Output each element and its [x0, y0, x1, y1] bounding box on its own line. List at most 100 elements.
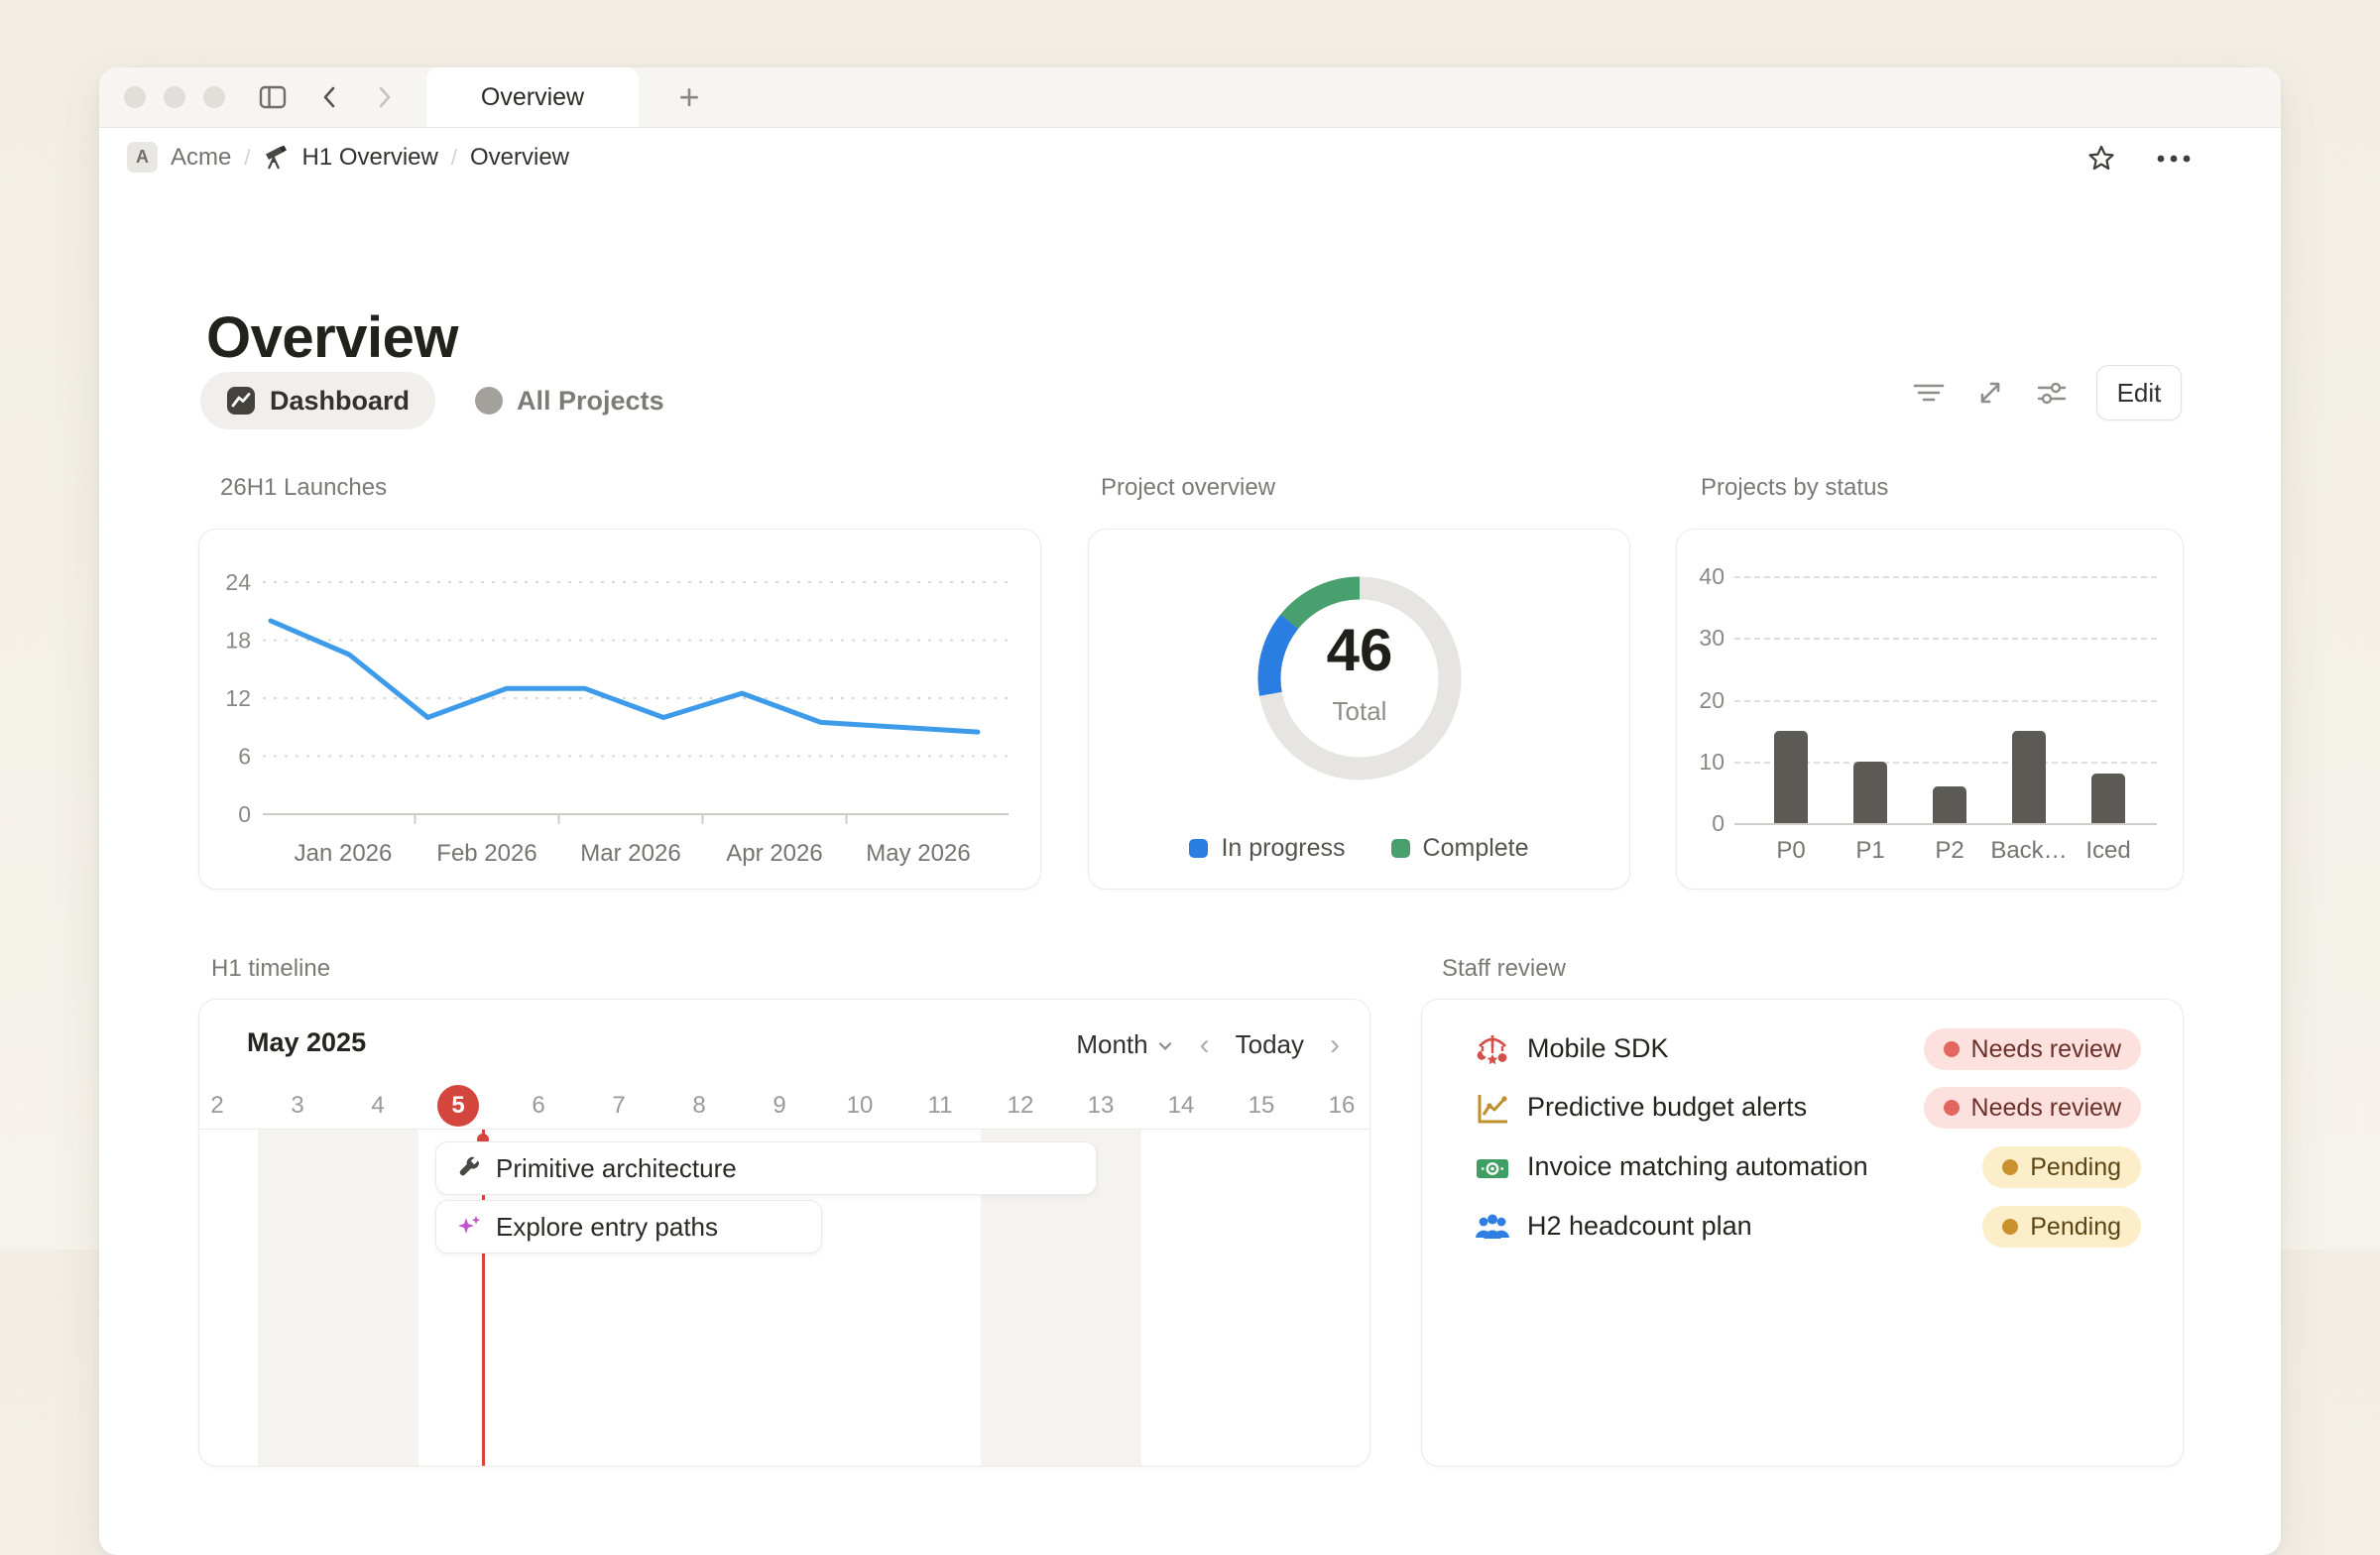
timeline-month-title: May 2025 — [247, 1027, 366, 1058]
people-icon — [1474, 1209, 1511, 1247]
timeline-next-icon[interactable]: › — [1330, 1030, 1340, 1060]
dashboard-chart-icon — [226, 386, 256, 416]
date-cell[interactable]: 13 — [1073, 1085, 1129, 1127]
legend-swatch — [1189, 839, 1208, 858]
traffic-light-close-button[interactable] — [124, 86, 146, 108]
status-badge[interactable]: Needs review — [1924, 1087, 2141, 1129]
svg-text:Feb 2026: Feb 2026 — [436, 840, 536, 867]
timeline-view-dropdown[interactable]: Month — [1076, 1029, 1173, 1060]
date-cell[interactable]: 2 — [198, 1085, 245, 1127]
list-item[interactable]: H2 headcount plan Pending — [1422, 1204, 2183, 1252]
filter-icon[interactable] — [1912, 376, 1946, 410]
date-cell[interactable]: 16 — [1314, 1085, 1369, 1127]
traffic-light-minimize-button[interactable] — [164, 86, 185, 108]
bar-chart: 010203040P0P1P2Back…Iced — [1677, 530, 2183, 889]
line-chart: 06121824Jan 2026Feb 2026Mar 2026Apr 2026… — [199, 530, 1040, 889]
status-badge[interactable]: Needs review — [1924, 1028, 2141, 1070]
timeline-item[interactable]: Primitive architecture — [435, 1141, 1097, 1195]
timeline-date-row: 23456789 10 11 12 13 14 15 16 — [199, 1085, 1369, 1129]
tab-overview[interactable]: Overview — [426, 67, 639, 127]
date-cell[interactable]: 8 — [671, 1085, 727, 1127]
breadcrumb-workspace[interactable]: Acme — [171, 144, 231, 172]
weekend-band — [258, 1130, 418, 1466]
favorite-star-icon[interactable] — [2086, 144, 2116, 174]
section-label-timeline: H1 timeline — [211, 955, 330, 983]
legend-label: Complete — [1423, 834, 1529, 863]
list-item-label: Mobile SDK — [1527, 1033, 1669, 1064]
date-cell[interactable]: 12 — [993, 1085, 1048, 1127]
tab-dashboard[interactable]: Dashboard — [200, 372, 435, 429]
breadcrumb-parent-page[interactable]: H1 Overview — [301, 144, 437, 172]
date-cell[interactable]: 4 — [350, 1085, 406, 1127]
gridline — [1734, 576, 2157, 578]
status-badge[interactable]: Pending — [1982, 1206, 2141, 1248]
list-item-label: Invoice matching automation — [1527, 1151, 1868, 1182]
list-item[interactable]: Mobile SDK Needs review — [1422, 1026, 2183, 1074]
legend-label: In progress — [1221, 834, 1345, 863]
donut-total-label: Total — [1260, 696, 1459, 727]
date-cell[interactable]: 3 — [270, 1085, 325, 1127]
y-axis-label: 30 — [1685, 625, 1725, 652]
legend-swatch — [1391, 839, 1410, 858]
traffic-light-zoom-button[interactable] — [203, 86, 225, 108]
date-cell[interactable]: 6 — [511, 1085, 566, 1127]
breadcrumb: A Acme / H1 Overview / Overview — [127, 142, 569, 173]
gridline — [1734, 638, 2157, 640]
browser-chrome: Overview + — [99, 67, 2281, 128]
breadcrumb-separator: / — [451, 145, 457, 171]
more-options-icon[interactable] — [2154, 144, 2194, 174]
sidebar-toggle-icon[interactable] — [258, 82, 288, 112]
date-cell[interactable]: 15 — [1234, 1085, 1289, 1127]
breadcrumb-bar: A Acme / H1 Overview / Overview — [99, 128, 2281, 193]
date-cell[interactable]: 7 — [591, 1085, 647, 1127]
date-cell[interactable]: 14 — [1153, 1085, 1209, 1127]
svg-text:12: 12 — [225, 685, 251, 711]
gridline — [1734, 700, 2157, 702]
date-cell[interactable]: 9 — [752, 1085, 807, 1127]
all-projects-icon — [475, 387, 503, 415]
tab-all-projects[interactable]: All Projects — [465, 372, 674, 429]
bar — [1774, 731, 1808, 823]
y-axis-label: 40 — [1685, 563, 1725, 590]
back-icon[interactable] — [315, 82, 345, 112]
list-item[interactable]: Invoice matching automation Pending — [1422, 1144, 2183, 1192]
list-item[interactable]: Predictive budget alerts Needs review — [1422, 1085, 2183, 1133]
x-axis-label: P1 — [1826, 837, 1915, 865]
forward-icon[interactable] — [369, 82, 399, 112]
timeline-today-button[interactable]: Today — [1236, 1029, 1304, 1060]
date-cell[interactable]: 10 — [832, 1085, 888, 1127]
timeline-item[interactable]: Explore entry paths — [435, 1200, 822, 1254]
section-label-staff: Staff review — [1442, 955, 1566, 983]
timeline-body: Primitive architecture Explore entry pat… — [199, 1130, 1369, 1466]
new-tab-button[interactable]: + — [666, 75, 712, 119]
telescope-icon — [263, 145, 289, 171]
settings-sliders-icon[interactable] — [2035, 376, 2069, 410]
section-label-launches: 26H1 Launches — [220, 474, 387, 502]
breadcrumb-separator: / — [244, 145, 250, 171]
line-chart-icon — [1474, 1090, 1511, 1128]
breadcrumb-current-page[interactable]: Overview — [470, 144, 569, 172]
status-badge[interactable]: Pending — [1982, 1146, 2141, 1188]
timeline-item-label: Primitive architecture — [496, 1153, 737, 1184]
edit-button[interactable]: Edit — [2096, 365, 2182, 420]
svg-text:Mar 2026: Mar 2026 — [580, 840, 680, 867]
bar — [2012, 731, 2046, 823]
svg-text:24: 24 — [225, 569, 251, 595]
date-cell[interactable]: 11 — [912, 1085, 968, 1127]
timeline-item-label: Explore entry paths — [496, 1212, 718, 1243]
timeline-prev-icon[interactable]: ‹ — [1200, 1030, 1210, 1060]
bar — [1853, 762, 1887, 823]
bar — [1933, 786, 1966, 823]
x-axis-label: P0 — [1746, 837, 1836, 865]
list-item-label: H2 headcount plan — [1527, 1211, 1752, 1242]
expand-icon[interactable] — [1973, 376, 2007, 410]
mobile-icon — [1474, 1031, 1511, 1069]
donut-legend: In progress Complete — [1089, 834, 1629, 863]
bar — [2091, 774, 2125, 823]
svg-text:18: 18 — [225, 628, 251, 654]
project-overview-donut-card: 46 Total In progress Complete — [1088, 529, 1630, 890]
wrench-icon — [456, 1155, 482, 1181]
date-cell-today[interactable]: 5 — [430, 1085, 486, 1127]
sparkles-icon — [456, 1214, 482, 1240]
workspace-badge[interactable]: A — [127, 142, 158, 173]
